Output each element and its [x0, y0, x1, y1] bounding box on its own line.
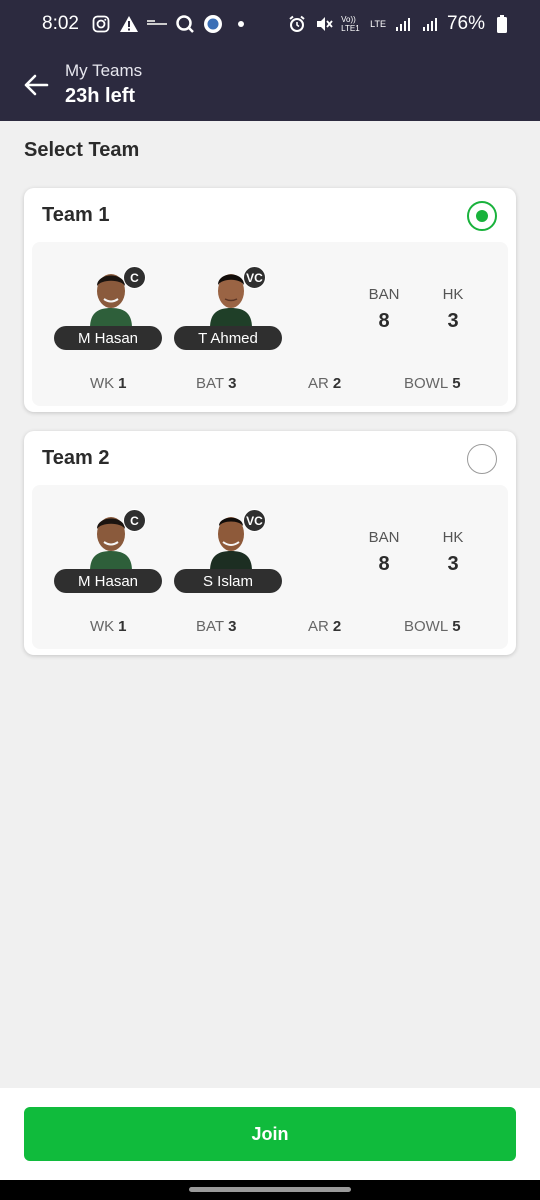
captain-badge: C	[123, 266, 146, 289]
team-name: Team 2	[42, 447, 110, 469]
count-label: HK	[442, 286, 464, 303]
role-count-bat: BAT 3	[196, 618, 237, 635]
vice-captain-name: S Islam	[174, 569, 282, 593]
mute-icon	[314, 14, 334, 34]
role-count-ar: AR 2	[308, 618, 342, 635]
alert-icon	[119, 14, 139, 34]
vice-captain-player: VC T Ahmed	[174, 266, 284, 356]
count-value: 8	[378, 310, 390, 332]
search-app-icon	[175, 14, 195, 34]
role-count-wk: WK 1	[90, 618, 127, 635]
team-name: Team 1	[42, 204, 110, 226]
role-count-bowl: BOWL 5	[404, 618, 461, 635]
role-count-ar: AR 2	[308, 375, 342, 392]
network-label: Vo)) LTE1	[341, 15, 360, 33]
section-title: Select Team	[24, 139, 140, 161]
vice-captain-badge: VC	[243, 266, 266, 289]
count-label: BAN	[368, 529, 400, 546]
captain-name: M Hasan	[54, 569, 162, 593]
team-radio-selected[interactable]	[467, 201, 497, 231]
count-label: HK	[442, 529, 464, 546]
team-radio[interactable]	[467, 444, 497, 474]
vice-captain-badge: VC	[243, 509, 266, 532]
captain-player: C M Hasan	[54, 266, 164, 356]
alarm-icon	[287, 14, 307, 34]
team-preview: C M Hasan VC T Ahmed BAN 8 HK 3 WK1 BAT	[32, 242, 508, 406]
status-time: 8:02	[42, 13, 79, 34]
home-indicator[interactable]	[189, 1187, 351, 1192]
system-nav-bar	[0, 1180, 540, 1200]
captain-badge: C	[123, 509, 146, 532]
header-title: My Teams	[65, 60, 143, 80]
signal-icon	[420, 14, 440, 34]
team-card[interactable]: Team 1 C M Hasan VC T Ahmed BAN 8 HK 3 W…	[24, 188, 516, 412]
arrow-left-icon	[24, 74, 49, 95]
time-left-label: 23h left	[65, 84, 136, 107]
status-bar: 8:02 Vo)) LTE1 LTE 76%	[0, 0, 540, 48]
dot-icon	[231, 14, 251, 34]
count-value: 8	[378, 553, 390, 575]
count-value: 3	[447, 553, 459, 575]
battery-percent: 76%	[446, 13, 485, 34]
captain-player: C M Hasan	[54, 509, 164, 599]
battery-icon	[492, 14, 512, 34]
back-button[interactable]	[16, 65, 56, 105]
role-count-bat: BAT 3	[196, 375, 237, 392]
role-count-bowl: BOWL 5	[404, 375, 461, 392]
join-button[interactable]: Join	[24, 1107, 516, 1161]
captain-name: M Hasan	[54, 326, 162, 350]
app-icon	[146, 14, 167, 34]
instagram-icon	[91, 14, 111, 34]
circle-app-icon	[203, 14, 223, 34]
team-card[interactable]: Team 2 C M Hasan VC S Islam BAN 8 HK 3 W…	[24, 431, 516, 655]
vice-captain-name: T Ahmed	[174, 326, 282, 350]
role-count-wk: WK 1	[90, 375, 127, 392]
vice-captain-player: VC S Islam	[174, 509, 284, 599]
team-preview: C M Hasan VC S Islam BAN 8 HK 3 WK1 BAT	[32, 485, 508, 649]
count-label: BAN	[368, 286, 400, 303]
bottom-action-area: Join	[0, 1088, 540, 1180]
count-value: 3	[447, 310, 459, 332]
lte-label: LTE	[370, 19, 386, 29]
signal-icon	[393, 14, 413, 34]
app-header: My Teams 23h left	[0, 48, 540, 121]
